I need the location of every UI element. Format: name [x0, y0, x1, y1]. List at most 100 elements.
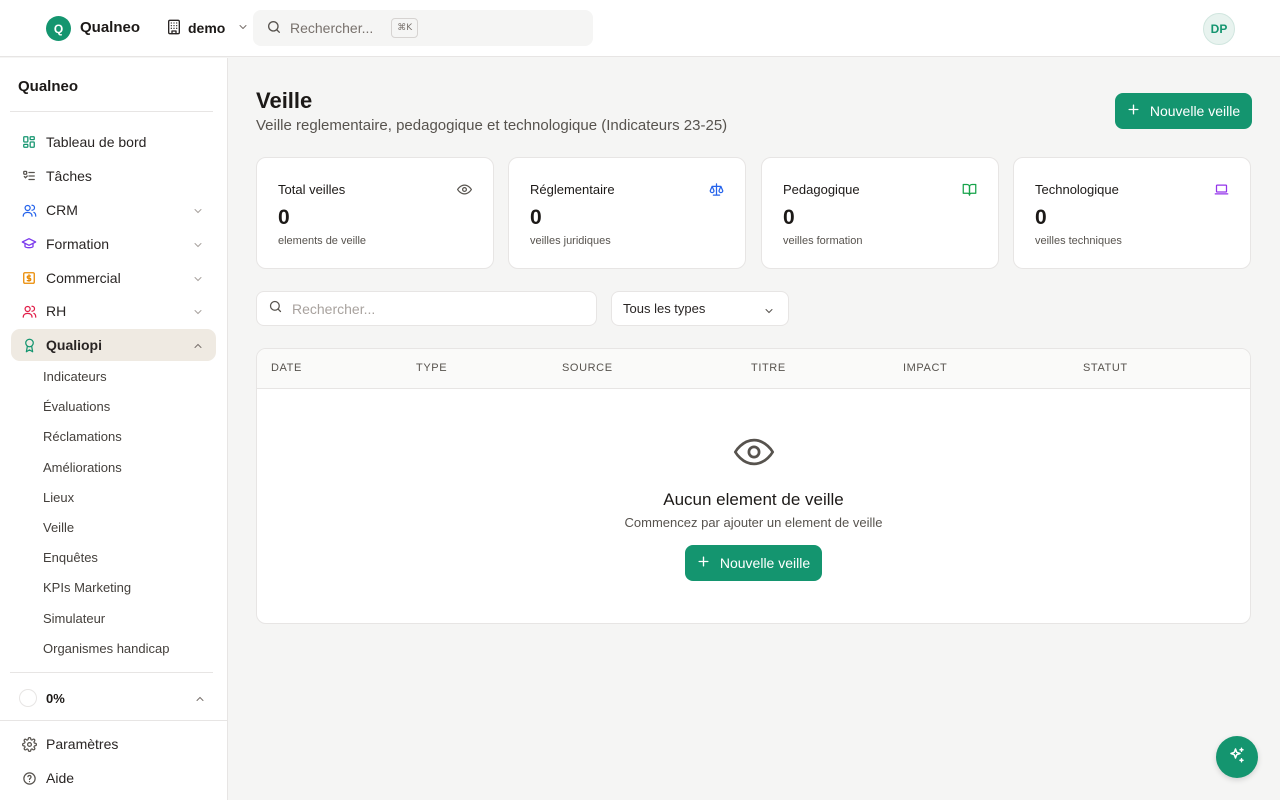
sidebar: Qualneo Tableau de bord Tâches CRM Forma…: [0, 58, 228, 800]
chevron-down-icon: [192, 305, 204, 321]
chevron-up-icon: [194, 693, 206, 708]
new-veille-button[interactable]: Nouvelle veille: [1115, 93, 1252, 129]
global-search[interactable]: Rechercher... ⌘K: [253, 10, 593, 46]
stat-note: elements de veille: [278, 235, 367, 247]
laptop-icon: [1214, 182, 1229, 202]
sidebar-item-qualiopi[interactable]: Qualiopi: [11, 329, 216, 361]
stat-label: Réglementaire: [530, 182, 615, 197]
stat-value: 0: [783, 206, 795, 229]
sidebar-item-dashboard[interactable]: Tableau de bord: [11, 126, 216, 158]
sidebar-item-tasks[interactable]: Tâches: [11, 160, 216, 192]
sidebar-item-label: Tableau de bord: [46, 134, 147, 150]
type-filter-value: Tous les types: [623, 301, 706, 316]
settings-icon: [21, 736, 37, 752]
stat-value: 0: [1035, 206, 1047, 229]
sub-item-kpis-marketing[interactable]: KPIs Marketing: [43, 580, 131, 595]
help-icon: [21, 770, 37, 786]
app-logo[interactable]: Q: [46, 16, 71, 41]
column-header-statut[interactable]: STATUT: [1083, 362, 1128, 374]
stat-label: Total veilles: [278, 182, 346, 197]
sub-item-simulateur[interactable]: Simulateur: [43, 611, 105, 626]
shortcut-badge: ⌘K: [391, 18, 419, 38]
stat-label: Technologique: [1035, 182, 1119, 197]
workspace-name: demo: [188, 20, 226, 36]
sidebar-item-crm[interactable]: CRM: [11, 194, 216, 226]
chevron-down-icon: [237, 20, 249, 36]
sub-item-evaluations[interactable]: Évaluations: [43, 399, 110, 414]
chevron-up-icon: [192, 339, 204, 355]
sub-item-veille[interactable]: Veille: [43, 520, 74, 535]
stat-note: veilles juridiques: [530, 235, 611, 247]
eye-icon: [733, 435, 775, 474]
sidebar-item-label: CRM: [46, 202, 78, 218]
stat-card-total: Total veilles 0 elements de veille: [256, 157, 494, 269]
stat-card-technologique: Technologique 0 veilles techniques: [1013, 157, 1251, 269]
column-header-titre[interactable]: TITRE: [751, 362, 786, 374]
search-icon: [266, 19, 282, 38]
assistant-button[interactable]: [1216, 736, 1258, 778]
book-open-icon: [962, 182, 977, 202]
sidebar-item-rh[interactable]: RH: [11, 295, 216, 327]
divider: [0, 720, 227, 721]
sidebar-item-label: Commercial: [46, 270, 121, 286]
type-filter-select[interactable]: Tous les types: [611, 291, 789, 326]
app-name[interactable]: Qualneo: [80, 19, 140, 36]
divider: [10, 111, 213, 112]
building-icon: [166, 19, 182, 38]
veille-search-input[interactable]: [292, 300, 572, 317]
column-header-date[interactable]: DATE: [271, 362, 302, 374]
empty-state-subtitle: Commencez par ajouter un element de veil…: [624, 515, 883, 530]
empty-state-title: Aucun element de veille: [663, 490, 844, 509]
stat-label: Pedagogique: [783, 182, 860, 197]
stat-note: veilles techniques: [1035, 235, 1122, 247]
sub-item-reclamations[interactable]: Réclamations: [43, 429, 122, 444]
sub-item-enquetes[interactable]: Enquêtes: [43, 550, 98, 565]
sub-item-indicateurs[interactable]: Indicateurs: [43, 369, 107, 384]
sidebar-item-aide[interactable]: Aide: [11, 762, 216, 794]
sidebar-item-parametres[interactable]: Paramètres: [11, 728, 216, 760]
award-icon: [21, 337, 37, 353]
sidebar-item-label: Tâches: [46, 168, 92, 184]
empty-new-veille-label: Nouvelle veille: [719, 555, 811, 571]
tasks-icon: [21, 168, 37, 184]
user-group-icon: [21, 303, 37, 319]
user-avatar[interactable]: DP: [1203, 13, 1235, 45]
eye-icon: [457, 182, 472, 202]
veille-table: DATE TYPE SOURCE TITRE IMPACT STATUT Auc…: [256, 348, 1251, 624]
sidebar-item-label: Formation: [46, 236, 110, 252]
sparkles-icon: [1228, 746, 1246, 769]
progress-ring-icon: [19, 689, 37, 707]
sidebar-item-formation[interactable]: Formation: [11, 228, 216, 260]
column-header-type[interactable]: TYPE: [416, 362, 447, 374]
global-search-placeholder: Rechercher...: [290, 20, 374, 36]
workspace-switcher[interactable]: demo: [166, 18, 249, 38]
sidebar-item-label: Qualiopi: [46, 337, 102, 353]
chevron-down-icon: [192, 238, 204, 254]
page-title: Veille: [256, 88, 313, 113]
scale-icon: [709, 182, 724, 202]
users-icon: [21, 202, 37, 218]
chevron-down-icon: [763, 305, 775, 320]
stat-card-reglementaire: Réglementaire 0 veilles juridiques: [508, 157, 746, 269]
stat-note: veilles formation: [783, 235, 863, 247]
divider: [10, 672, 213, 673]
new-veille-label: Nouvelle veille: [1149, 103, 1241, 119]
sidebar-item-label: Aide: [46, 770, 75, 786]
column-header-impact[interactable]: IMPACT: [903, 362, 947, 374]
progress-toggle[interactable]: 0%: [11, 682, 216, 714]
stat-value: 0: [530, 206, 542, 229]
sidebar-item-label: Paramètres: [46, 736, 119, 752]
sidebar-item-commercial[interactable]: Commercial: [11, 262, 216, 294]
sub-item-ameliorations[interactable]: Améliorations: [43, 460, 122, 475]
progress-value: 0%: [46, 690, 65, 706]
veille-search[interactable]: [256, 291, 597, 326]
column-header-source[interactable]: SOURCE: [562, 362, 613, 374]
empty-new-veille-button[interactable]: Nouvelle veille: [685, 545, 822, 581]
dollar-icon: [21, 270, 37, 286]
sub-item-lieux[interactable]: Lieux: [43, 490, 74, 505]
sidebar-title: Qualneo: [18, 78, 79, 95]
sidebar-item-label: RH: [46, 303, 67, 319]
plus-icon: [1127, 103, 1140, 119]
sub-item-organismes-handicap[interactable]: Organismes handicap: [43, 641, 169, 656]
top-bar: Q Qualneo demo Rechercher... ⌘K DP: [0, 0, 1280, 57]
